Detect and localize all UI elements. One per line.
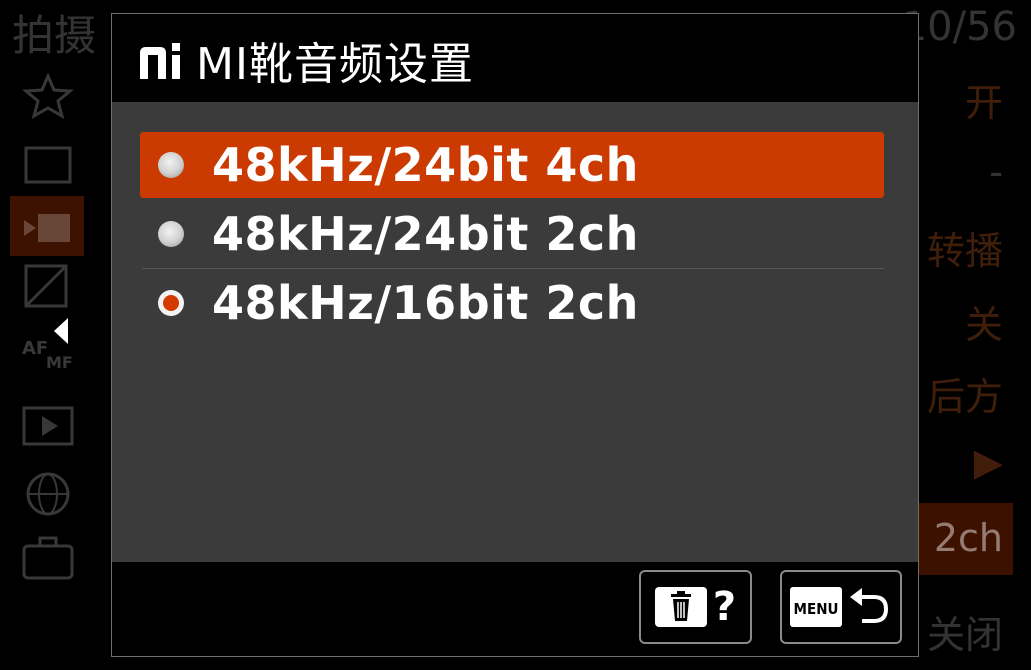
option-label: 48kHz/16bit 2ch <box>212 276 639 330</box>
background-value-6: ▶ <box>973 440 1003 484</box>
dialog-title: MI靴音频设置 <box>196 39 474 90</box>
svg-text:MF: MF <box>46 353 73 372</box>
svg-text:AF: AF <box>22 338 48 359</box>
dialog-footer: ? MENU <box>112 562 918 656</box>
background-value-1: 开 <box>964 81 1003 125</box>
background-value-8: 关闭 <box>926 613 1003 657</box>
options-list: 48kHz/24bit 4ch 48kHz/24bit 2ch 48kHz/16… <box>140 132 884 339</box>
playback-icon <box>22 406 74 446</box>
trash-icon <box>654 587 707 627</box>
background-value-5: 后方 <box>926 375 1003 419</box>
radio-button-checked[interactable] <box>158 290 184 316</box>
background-value-7: 2ch <box>933 516 1003 560</box>
option-48khz-16bit-2ch[interactable]: 48kHz/16bit 2ch <box>140 270 884 336</box>
option-48khz-24bit-2ch[interactable]: 48kHz/24bit 2ch <box>140 201 884 269</box>
background-value-2: - <box>989 150 1003 194</box>
radio-button[interactable] <box>158 221 184 247</box>
sidebar-left-arrow-icon <box>54 318 68 344</box>
multi-interface-shoe-icon <box>140 43 180 79</box>
globe-icon <box>26 472 70 516</box>
star-icon <box>22 72 74 120</box>
help-label: ? <box>712 584 737 630</box>
menu-label: MENU <box>794 600 839 618</box>
background-page-indicator: 10/56 <box>901 4 1017 50</box>
menu-back-button[interactable]: MENU <box>780 570 902 644</box>
return-arrow-icon <box>850 588 889 623</box>
mi-shoe-audio-dialog: MI靴音频设置 48kHz/24bit 4ch 48kHz/24bit 2ch … <box>111 13 919 657</box>
exposure-icon <box>24 264 68 308</box>
toolbox-icon <box>22 536 74 580</box>
movie-camera-icon <box>24 214 70 242</box>
option-48khz-24bit-4ch[interactable]: 48kHz/24bit 4ch <box>140 132 884 198</box>
background-value-3: 转播 <box>926 229 1003 273</box>
background-value-4: 关 <box>964 303 1003 347</box>
dialog-header: MI靴音频设置 <box>112 14 918 102</box>
option-label: 48kHz/24bit 4ch <box>212 138 639 192</box>
radio-button[interactable] <box>158 152 184 178</box>
camera-settings-icon <box>24 146 72 184</box>
option-label: 48kHz/24bit 2ch <box>212 207 639 261</box>
help-button[interactable]: ? <box>639 570 752 644</box>
menu-button-icon: MENU <box>790 587 842 627</box>
